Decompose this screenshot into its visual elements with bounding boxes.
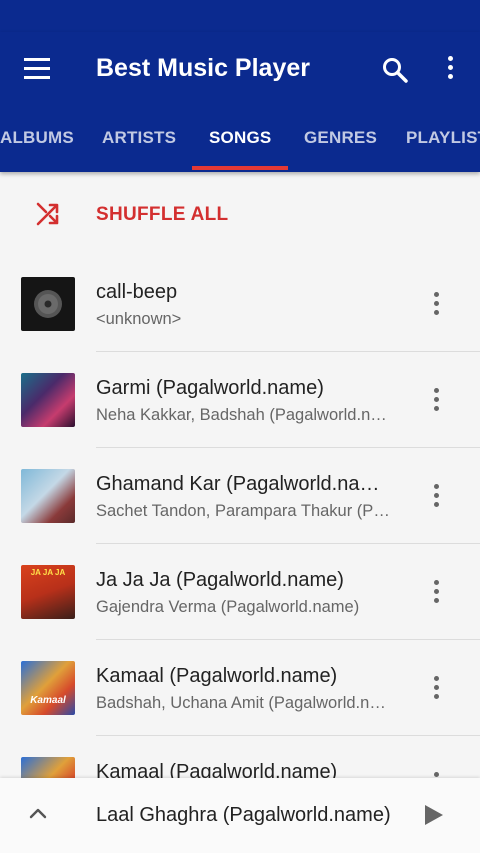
play-icon[interactable]	[423, 803, 445, 827]
song-title: Garmi (Pagalworld.name)	[96, 377, 324, 399]
mini-player[interactable]: Laal Ghaghra (Pagalworld.name)	[0, 778, 480, 853]
album-art-text: Kamaal	[30, 695, 66, 706]
app-bar: Best Music Player ALBUMS ARTISTS SONGS G…	[0, 32, 480, 172]
song-title: Kamaal (Pagalworld.name)	[96, 665, 338, 687]
status-bar	[0, 0, 480, 32]
song-list: call-beep <unknown> Garmi (Pagalworld.na…	[0, 256, 480, 778]
album-art: Kamaal	[21, 661, 75, 715]
song-artist: Neha Kakkar, Badshah (Pagalworld.name)	[96, 406, 392, 424]
song-options-icon[interactable]	[430, 580, 442, 606]
album-art-disc-icon	[21, 277, 75, 331]
song-options-icon[interactable]	[430, 292, 442, 318]
active-tab-indicator	[192, 166, 288, 170]
shuffle-all-label: SHUFFLE ALL	[96, 204, 229, 225]
tab-artists[interactable]: ARTISTS	[102, 128, 176, 148]
overflow-menu-icon[interactable]	[444, 56, 456, 84]
album-art	[21, 373, 75, 427]
song-artist: <unknown>	[96, 310, 182, 328]
song-artist: Gajendra Verma (Pagalworld.name)	[96, 598, 360, 616]
tab-playlists[interactable]: PLAYLISTS	[406, 128, 480, 148]
song-row[interactable]: Kamaal Kamaal (Pagalworld.name) Badshah,…	[0, 640, 480, 736]
song-artist: Badshah, Uchana Amit (Pagalworld.name)	[96, 694, 392, 712]
shuffle-icon	[36, 202, 59, 226]
song-title: Kamaal (Pagalworld.name)	[96, 761, 338, 778]
album-art	[21, 757, 75, 778]
song-options-icon[interactable]	[430, 388, 442, 414]
album-art-text: JA JA JA	[30, 568, 66, 577]
song-row[interactable]: Garmi (Pagalworld.name) Neha Kakkar, Bad…	[0, 352, 480, 448]
album-art	[21, 469, 75, 523]
song-options-icon[interactable]	[430, 484, 442, 510]
tab-albums[interactable]: ALBUMS	[0, 128, 74, 148]
song-title: call-beep	[96, 281, 178, 303]
song-row[interactable]: JA JA JA Ja Ja Ja (Pagalworld.name) Gaje…	[0, 544, 480, 640]
search-icon[interactable]	[381, 56, 409, 84]
song-title: Ja Ja Ja (Pagalworld.name)	[96, 569, 344, 591]
chevron-up-icon[interactable]	[28, 806, 48, 820]
tab-songs[interactable]: SONGS	[209, 128, 271, 148]
song-title: Ghamand Kar (Pagalworld.name)	[96, 473, 392, 495]
hamburger-menu-icon[interactable]	[24, 58, 50, 80]
album-art: JA JA JA	[21, 565, 75, 619]
app-title: Best Music Player	[96, 54, 310, 82]
song-row[interactable]: Ghamand Kar (Pagalworld.name) Sachet Tan…	[0, 448, 480, 544]
song-options-icon[interactable]	[430, 676, 442, 702]
song-row[interactable]: Kamaal (Pagalworld.name)	[0, 736, 480, 778]
now-playing-title: Laal Ghaghra (Pagalworld.name)	[96, 804, 391, 826]
song-row[interactable]: call-beep <unknown>	[0, 256, 480, 352]
shuffle-all-button[interactable]: SHUFFLE ALL	[0, 172, 480, 256]
toolbar: Best Music Player	[0, 32, 480, 108]
song-artist: Sachet Tandon, Parampara Thakur (Pagalwo…	[96, 502, 392, 520]
tab-genres[interactable]: GENRES	[304, 128, 377, 148]
